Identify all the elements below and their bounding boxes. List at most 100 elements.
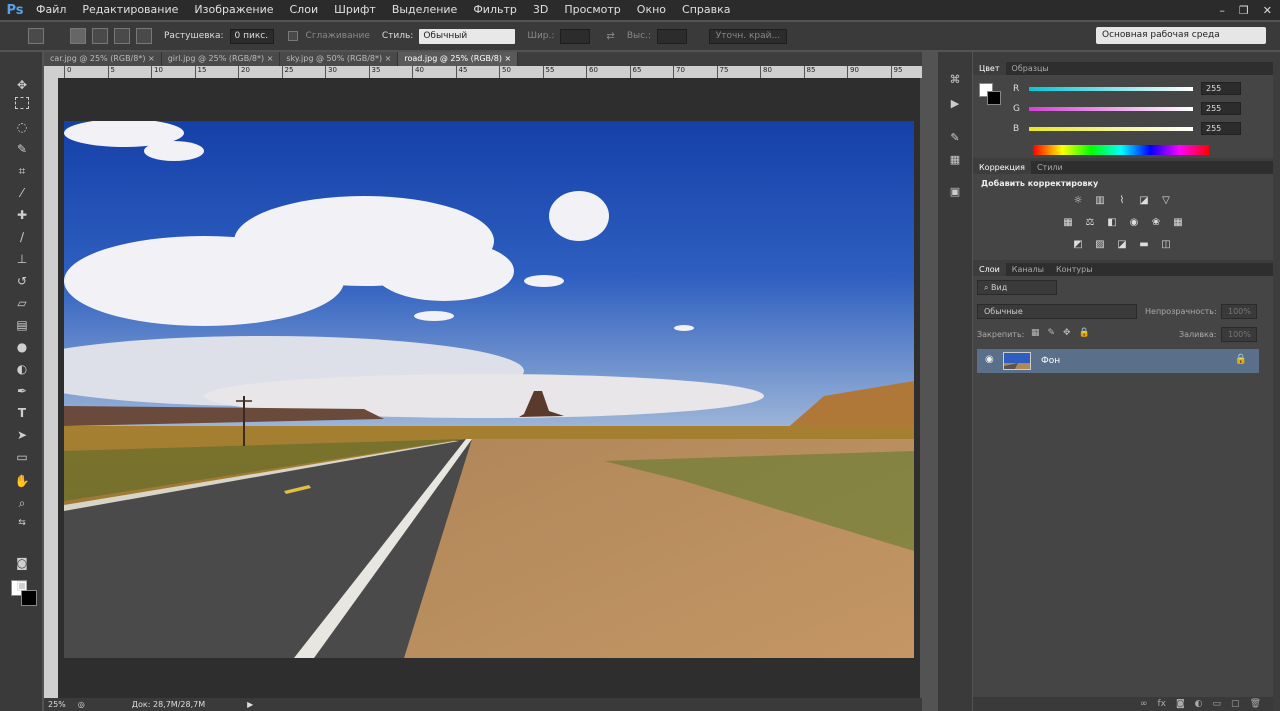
character-panel-icon[interactable]: ▣ xyxy=(946,184,964,200)
hue-saturation-icon[interactable]: ▦ xyxy=(1061,217,1075,229)
crop-tool-icon[interactable]: ⌗ xyxy=(12,162,32,180)
levels-icon[interactable]: ▥ xyxy=(1093,195,1107,207)
photo-filter-icon[interactable]: ◉ xyxy=(1127,217,1141,229)
refine-edge-button[interactable]: Уточн. край... xyxy=(708,28,787,44)
document-image[interactable] xyxy=(64,121,914,658)
tab-road[interactable]: road.jpg @ 25% (RGB/8) × xyxy=(398,52,519,66)
red-value[interactable]: 255 xyxy=(1201,82,1241,95)
marquee-preset-icon[interactable] xyxy=(28,28,44,44)
add-selection-icon[interactable] xyxy=(92,28,108,44)
tab-channels[interactable]: Каналы xyxy=(1006,263,1050,276)
layer-row-background[interactable]: ◉ Фон 🔒 xyxy=(977,349,1259,373)
tab-close-icon[interactable]: × xyxy=(267,54,274,63)
actions-panel-icon[interactable]: ▶ xyxy=(946,96,964,112)
status-menu-arrow-icon[interactable]: ▶ xyxy=(247,700,253,709)
dodge-tool-icon[interactable]: ◐ xyxy=(12,360,32,378)
new-adjustment-icon[interactable]: ◐ xyxy=(1195,699,1203,709)
menu-image[interactable]: Изображение xyxy=(186,0,281,20)
history-brush-tool-icon[interactable]: ↺ xyxy=(12,272,32,290)
green-value[interactable]: 255 xyxy=(1201,102,1241,115)
curves-icon[interactable]: ⌇ xyxy=(1115,195,1129,207)
move-tool-icon[interactable]: ✥ xyxy=(12,76,32,94)
new-layer-icon[interactable]: ▢ xyxy=(1231,699,1240,709)
marquee-tool-icon[interactable] xyxy=(15,97,29,109)
tab-close-icon[interactable]: × xyxy=(385,54,392,63)
delete-layer-icon[interactable]: 🗑 xyxy=(1250,699,1261,709)
menu-3d[interactable]: 3D xyxy=(525,0,556,20)
fill-input[interactable]: 100% xyxy=(1221,327,1257,342)
feather-input[interactable]: 0 пикс. xyxy=(229,28,274,44)
tab-girl[interactable]: girl.jpg @ 25% (RGB/8*) × xyxy=(161,52,281,66)
lasso-tool-icon[interactable]: ◌ xyxy=(12,118,32,136)
opacity-input[interactable]: 100% xyxy=(1221,304,1257,319)
zoom-tool-icon[interactable]: ⌕ xyxy=(12,494,32,512)
blur-tool-icon[interactable]: ● xyxy=(12,338,32,356)
width-input[interactable] xyxy=(560,28,591,44)
type-tool-icon[interactable]: T xyxy=(12,404,32,422)
vibrance-icon[interactable]: ▽ xyxy=(1159,195,1173,207)
gradient-tool-icon[interactable]: ▤ xyxy=(12,316,32,334)
tab-close-icon[interactable]: × xyxy=(148,54,155,63)
layer-filter-select[interactable]: ⌕ Вид xyxy=(977,280,1057,295)
hand-tool-icon[interactable]: ✋ xyxy=(12,472,32,490)
brush-tool-icon[interactable]: ∕ xyxy=(12,228,32,246)
slider-blue[interactable]: B 255 xyxy=(1013,122,1241,135)
selective-color-icon[interactable]: ◫ xyxy=(1159,239,1173,251)
brush-presets-icon[interactable]: ▦ xyxy=(946,152,964,168)
healing-brush-tool-icon[interactable]: ✚ xyxy=(12,206,32,224)
zoom-level[interactable]: 25% xyxy=(48,700,66,709)
tab-adjustments[interactable]: Коррекция xyxy=(973,161,1031,174)
new-selection-icon[interactable] xyxy=(70,28,86,44)
slider-red[interactable]: R 255 xyxy=(1013,82,1241,95)
slider-green[interactable]: G 255 xyxy=(1013,102,1241,115)
tab-close-icon[interactable]: × xyxy=(505,54,512,63)
minimize-button[interactable]: – xyxy=(1219,4,1225,17)
height-input[interactable] xyxy=(656,28,687,44)
layer-name[interactable]: Фон xyxy=(1041,356,1060,366)
menu-layers[interactable]: Слои xyxy=(282,0,327,20)
intersect-selection-icon[interactable] xyxy=(136,28,152,44)
exposure-icon[interactable]: ◪ xyxy=(1137,195,1151,207)
layer-style-icon[interactable]: fx xyxy=(1157,699,1166,709)
green-track[interactable] xyxy=(1029,106,1193,111)
menu-view[interactable]: Просмотр xyxy=(556,0,628,20)
clone-stamp-tool-icon[interactable]: ⊥ xyxy=(12,250,32,268)
menu-window[interactable]: Окно xyxy=(629,0,674,20)
menu-filter[interactable]: Фильтр xyxy=(465,0,525,20)
workspace-select[interactable]: Основная рабочая среда xyxy=(1096,27,1266,44)
style-select[interactable]: Обычный xyxy=(419,28,516,44)
rectangle-tool-icon[interactable]: ▭ xyxy=(12,448,32,466)
quick-mask-icon[interactable]: ◙ xyxy=(12,554,32,572)
channel-mixer-icon[interactable]: ❀ xyxy=(1149,217,1163,229)
tab-styles[interactable]: Стили xyxy=(1031,161,1069,174)
menu-help[interactable]: Справка xyxy=(674,0,738,20)
new-group-icon[interactable]: ▭ xyxy=(1213,699,1222,709)
restore-button[interactable]: ❐ xyxy=(1239,4,1249,17)
subtract-selection-icon[interactable] xyxy=(114,28,130,44)
close-button[interactable]: ✕ xyxy=(1263,4,1272,17)
swap-icon[interactable]: ⇄ xyxy=(606,31,614,42)
threshold-icon[interactable]: ◪ xyxy=(1115,239,1129,251)
default-colors-icon[interactable]: ⇆ xyxy=(12,514,32,532)
menu-edit[interactable]: Редактирование xyxy=(74,0,186,20)
color-balance-icon[interactable]: ⚖ xyxy=(1083,217,1097,229)
tab-car[interactable]: car.jpg @ 25% (RGB/8*) × xyxy=(44,52,162,66)
pen-tool-icon[interactable]: ✒ xyxy=(12,382,32,400)
lock-icons[interactable]: ▦✎✥🔒 xyxy=(1031,328,1098,338)
tab-paths[interactable]: Контуры xyxy=(1050,263,1099,276)
gradient-map-icon[interactable]: ▬ xyxy=(1137,239,1151,251)
link-layers-icon[interactable]: ∞ xyxy=(1140,699,1148,709)
history-panel-icon[interactable]: ⌘ xyxy=(946,72,964,88)
invert-icon[interactable]: ◩ xyxy=(1071,239,1085,251)
brightness-icon[interactable]: ☼ xyxy=(1071,195,1085,207)
menu-file[interactable]: Файл xyxy=(28,0,74,20)
layer-visibility-eye-icon[interactable]: ◉ xyxy=(985,354,994,365)
tab-sky[interactable]: sky.jpg @ 50% (RGB/8*) × xyxy=(280,52,399,66)
blue-track[interactable] xyxy=(1029,126,1193,131)
color-bg-swatch[interactable] xyxy=(987,91,1001,105)
menu-select[interactable]: Выделение xyxy=(384,0,466,20)
quick-select-tool-icon[interactable]: ✎ xyxy=(12,140,32,158)
color-spectrum[interactable] xyxy=(1033,145,1209,155)
red-track[interactable] xyxy=(1029,86,1193,91)
tab-layers[interactable]: Слои xyxy=(973,263,1006,276)
